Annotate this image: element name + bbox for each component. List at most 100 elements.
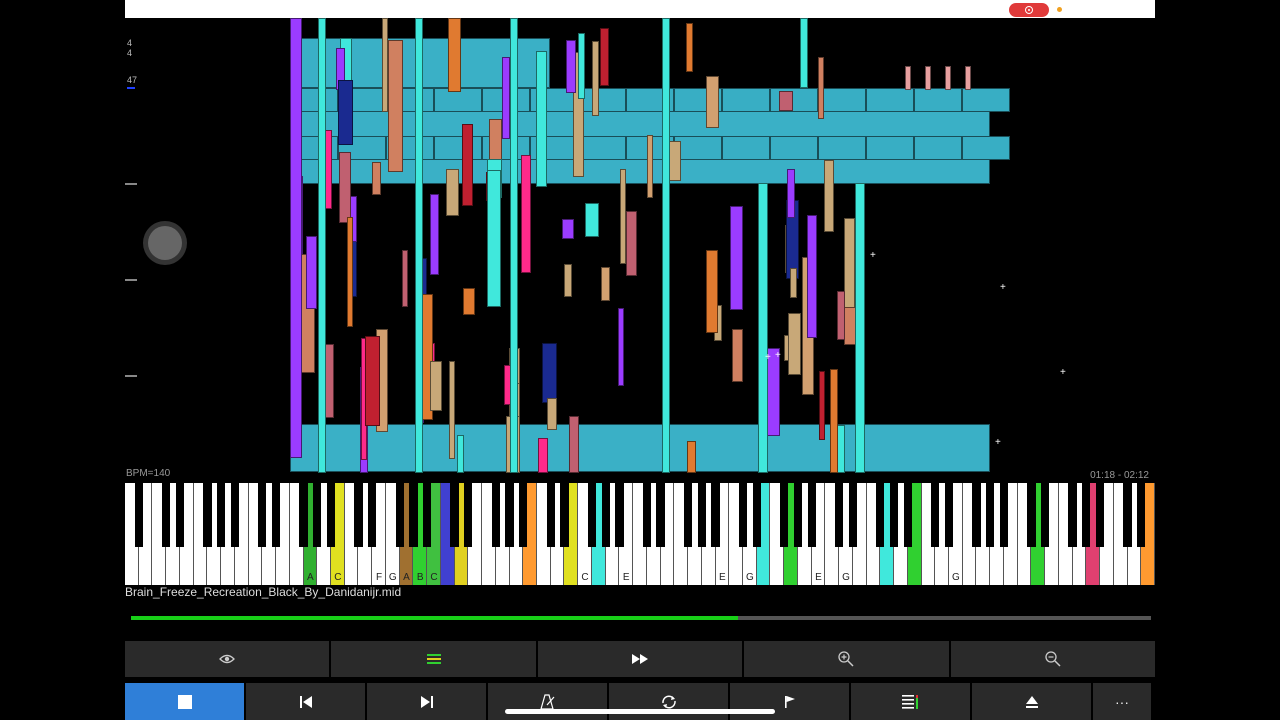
black-key[interactable] bbox=[738, 483, 748, 547]
black-key[interactable] bbox=[354, 483, 363, 547]
black-key[interactable] bbox=[162, 483, 171, 547]
note-block bbox=[722, 88, 770, 112]
note-block bbox=[866, 136, 914, 160]
star-sparkle: + bbox=[1000, 282, 1006, 293]
visibility-button[interactable] bbox=[125, 641, 330, 677]
black-key[interactable] bbox=[1027, 483, 1036, 547]
screen-record-indicator[interactable] bbox=[1009, 3, 1049, 17]
eject-button[interactable] bbox=[972, 683, 1091, 720]
more-button[interactable]: ··· bbox=[1093, 683, 1151, 720]
star-sparkle: + bbox=[775, 350, 781, 361]
tracks-button[interactable] bbox=[331, 641, 536, 677]
black-key[interactable] bbox=[1095, 483, 1105, 547]
black-key[interactable] bbox=[986, 483, 995, 547]
note-block bbox=[706, 250, 718, 333]
note-block bbox=[446, 169, 459, 216]
note-block bbox=[306, 236, 317, 309]
black-key[interactable] bbox=[560, 483, 569, 547]
black-key[interactable] bbox=[368, 483, 377, 547]
black-key[interactable] bbox=[409, 483, 418, 547]
black-key[interactable] bbox=[835, 483, 844, 547]
tracks-icon bbox=[426, 653, 441, 665]
metronome-button[interactable] bbox=[488, 683, 607, 720]
note-block bbox=[722, 136, 770, 160]
stop-button[interactable] bbox=[125, 683, 244, 720]
key-note-label: C bbox=[430, 572, 438, 583]
zoom-out-button[interactable] bbox=[950, 641, 1156, 677]
note-block bbox=[566, 40, 576, 93]
black-key[interactable] bbox=[1068, 483, 1077, 547]
black-key[interactable] bbox=[683, 483, 693, 547]
black-key[interactable] bbox=[848, 483, 857, 547]
note-block bbox=[800, 18, 808, 88]
speed-scrub-knob[interactable] bbox=[148, 226, 182, 260]
note-block bbox=[824, 160, 834, 232]
black-key[interactable] bbox=[395, 483, 404, 547]
black-key[interactable] bbox=[203, 483, 212, 547]
note-block bbox=[620, 169, 626, 264]
black-key[interactable] bbox=[876, 483, 885, 547]
track-counter: 47 bbox=[127, 75, 138, 85]
black-key[interactable] bbox=[450, 483, 459, 547]
black-key[interactable] bbox=[134, 483, 143, 547]
black-key[interactable] bbox=[230, 483, 239, 547]
fast-forward-button[interactable] bbox=[537, 641, 743, 677]
black-key[interactable] bbox=[505, 483, 514, 547]
black-key[interactable] bbox=[1123, 483, 1132, 547]
note-block bbox=[365, 336, 380, 426]
black-key[interactable] bbox=[587, 483, 597, 547]
black-key[interactable] bbox=[299, 483, 308, 547]
black-key[interactable] bbox=[1082, 483, 1091, 547]
black-key[interactable] bbox=[752, 483, 761, 547]
note-block bbox=[402, 250, 408, 307]
skip-forward-button[interactable] bbox=[367, 683, 486, 720]
note-block bbox=[542, 343, 557, 403]
black-key[interactable] bbox=[780, 483, 789, 547]
black-key[interactable] bbox=[999, 483, 1009, 547]
black-key[interactable] bbox=[601, 483, 610, 547]
key-note-label: G bbox=[842, 572, 850, 583]
scrub-tick bbox=[125, 375, 137, 377]
black-key[interactable] bbox=[519, 483, 528, 547]
playback-progress-bar[interactable] bbox=[131, 616, 1151, 620]
bpm-readout: BPM=140 bbox=[126, 468, 171, 479]
skip-back-button[interactable] bbox=[246, 683, 365, 720]
black-key[interactable] bbox=[807, 483, 816, 547]
black-key[interactable] bbox=[615, 483, 624, 547]
black-key[interactable] bbox=[423, 483, 432, 547]
black-key[interactable] bbox=[326, 483, 336, 547]
black-key[interactable] bbox=[271, 483, 281, 547]
eject-icon bbox=[1025, 695, 1039, 709]
zoom-in-button[interactable] bbox=[744, 641, 949, 677]
black-key[interactable] bbox=[313, 483, 322, 547]
zoom-in-icon bbox=[837, 650, 855, 668]
black-key[interactable] bbox=[642, 483, 651, 547]
piano-keyboard[interactable]: ACFGABCCEEGEGG bbox=[125, 483, 1155, 585]
loop-button[interactable] bbox=[609, 683, 728, 720]
black-key[interactable] bbox=[1041, 483, 1050, 547]
black-key[interactable] bbox=[1137, 483, 1146, 547]
black-key[interactable] bbox=[931, 483, 940, 547]
black-key[interactable] bbox=[217, 483, 226, 547]
black-key[interactable] bbox=[464, 483, 473, 547]
black-key[interactable] bbox=[889, 483, 899, 547]
note-block bbox=[687, 441, 696, 473]
note-block bbox=[600, 28, 609, 86]
note-block bbox=[448, 18, 461, 92]
mixer-button[interactable] bbox=[851, 683, 970, 720]
black-key[interactable] bbox=[903, 483, 912, 547]
black-key[interactable] bbox=[711, 483, 720, 547]
black-key[interactable] bbox=[175, 483, 185, 547]
black-key[interactable] bbox=[258, 483, 267, 547]
note-block bbox=[925, 66, 931, 90]
note-block bbox=[770, 136, 818, 160]
note-block bbox=[562, 219, 574, 239]
black-key[interactable] bbox=[546, 483, 555, 547]
black-key[interactable] bbox=[491, 483, 500, 547]
black-key[interactable] bbox=[793, 483, 803, 547]
flag-button[interactable] bbox=[730, 683, 849, 720]
black-key[interactable] bbox=[944, 483, 954, 547]
black-key[interactable] bbox=[972, 483, 981, 547]
black-key[interactable] bbox=[656, 483, 665, 547]
black-key[interactable] bbox=[697, 483, 706, 547]
